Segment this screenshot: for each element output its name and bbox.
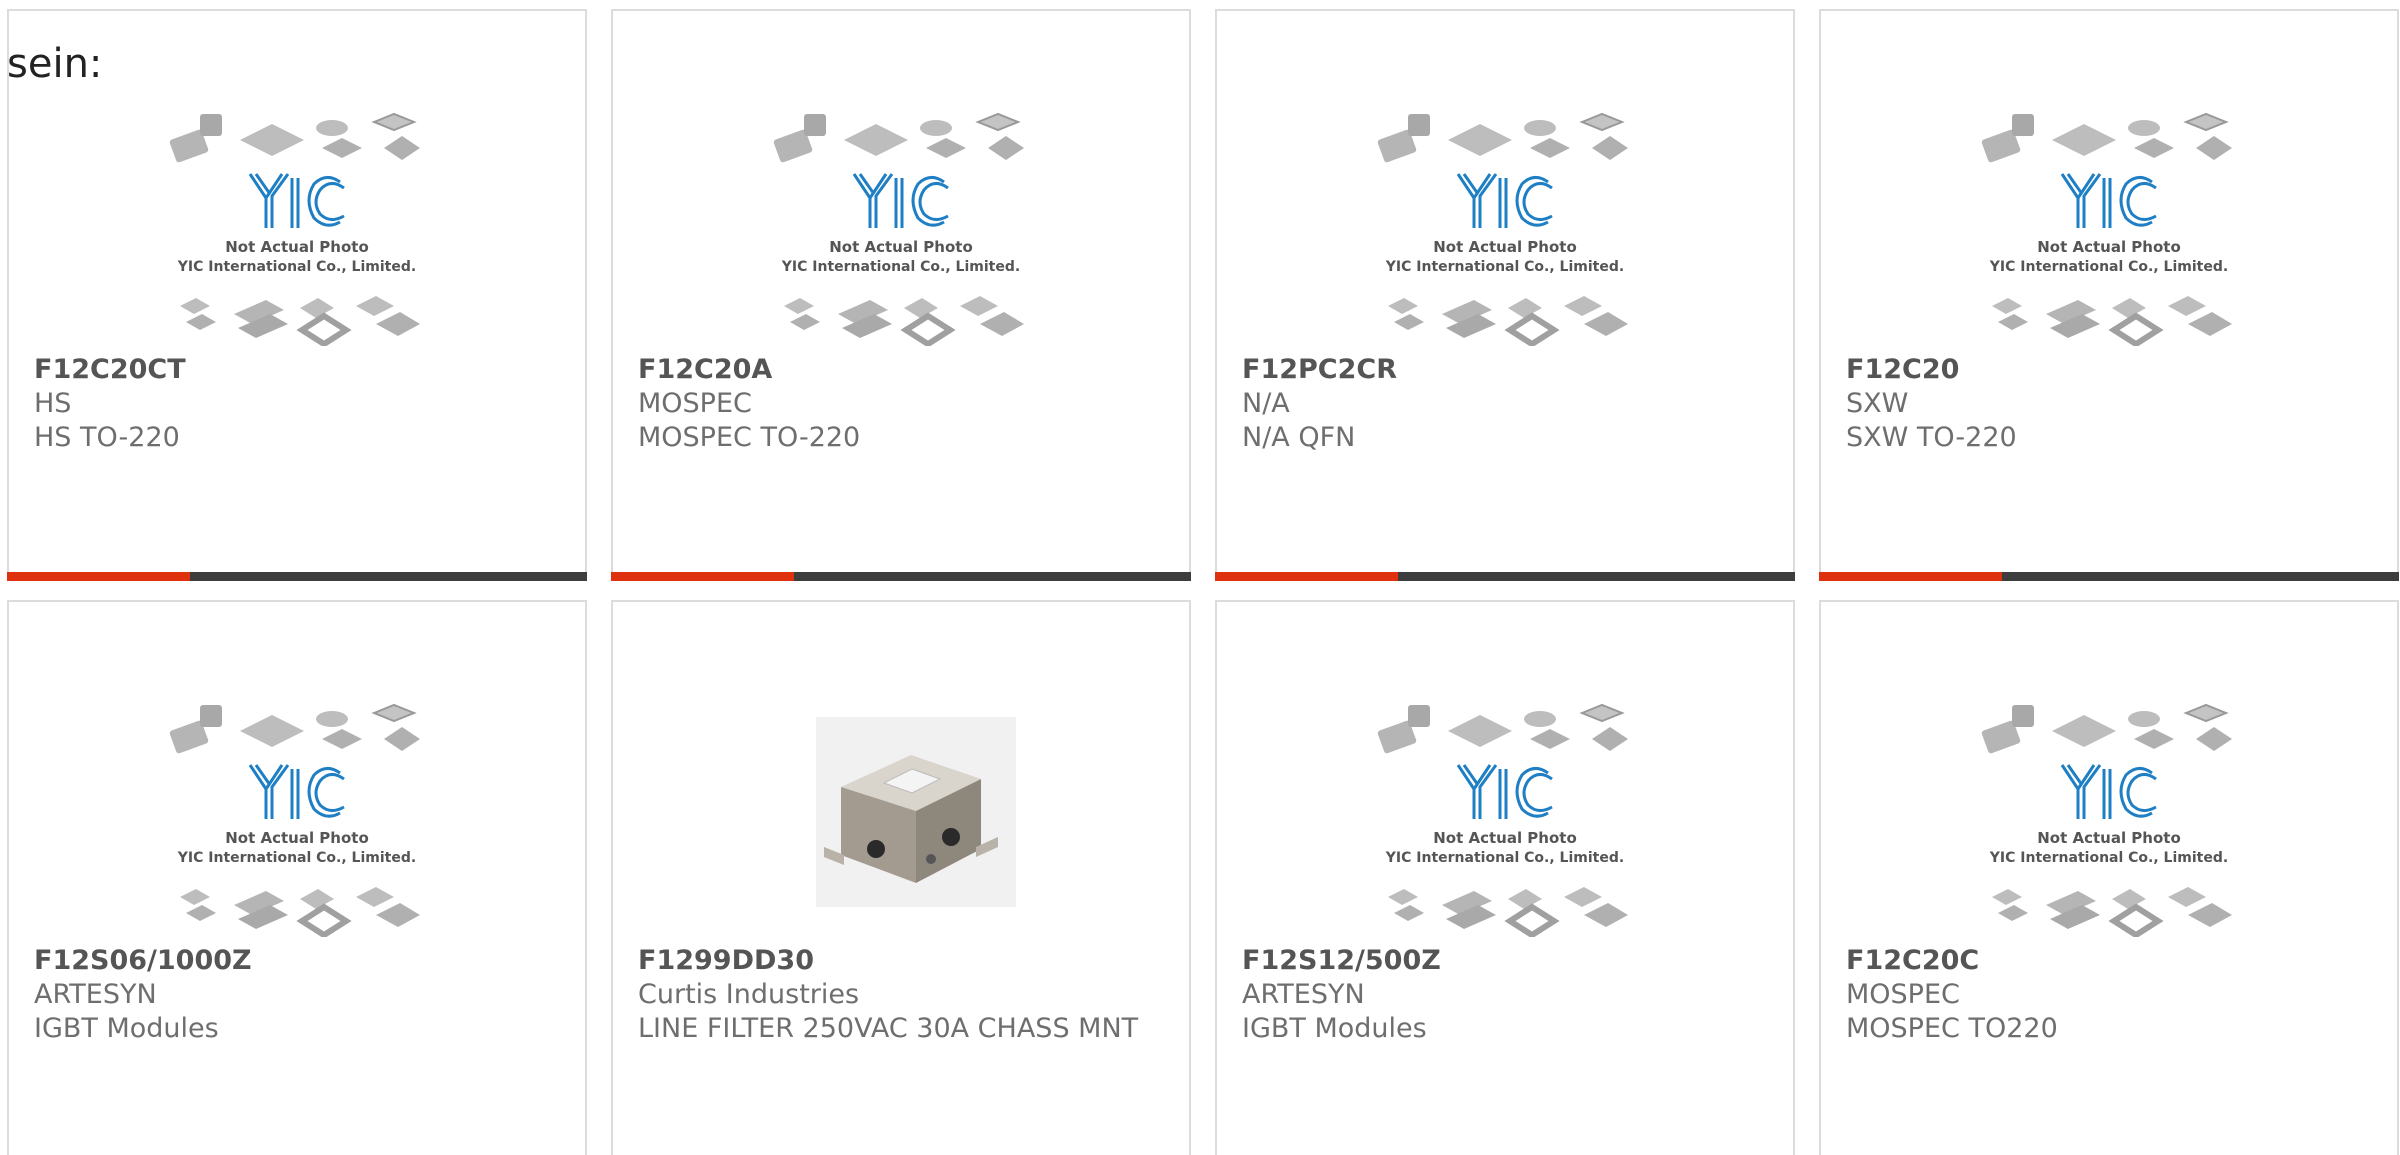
product-card[interactable]: Not Actual Photo YIC International Co., … (1819, 9, 2399, 581)
description: SXW TO-220 (1846, 422, 2017, 453)
hover-bar (1215, 572, 1795, 581)
svg-text:Not Actual Photo: Not Actual Photo (1433, 829, 1577, 847)
hover-bar-accent (611, 572, 794, 581)
lead-text: sein: (7, 41, 103, 87)
hover-bar (7, 572, 587, 581)
description: IGBT Modules (34, 1013, 219, 1044)
svg-text:Not Actual Photo: Not Actual Photo (225, 829, 369, 847)
svg-text:YIC International Co., Limited: YIC International Co., Limited. (177, 259, 416, 275)
product-image[interactable]: Not Actual Photo YIC International Co., … (1370, 687, 1640, 937)
placeholder-image: Not Actual Photo YIC International Co., … (169, 112, 420, 346)
hover-bar (611, 572, 1191, 581)
placeholder-image: Not Actual Photo YIC International Co., … (1377, 703, 1628, 937)
hover-bar (1819, 572, 2399, 581)
svg-text:Not Actual Photo: Not Actual Photo (2037, 238, 2181, 256)
description: N/A QFN (1242, 422, 1356, 453)
line-filter-photo (816, 717, 1016, 907)
product-image[interactable]: Not Actual Photo YIC International Co., … (1370, 96, 1640, 346)
manufacturer: ARTESYN (1242, 979, 1365, 1010)
part-number-link[interactable]: F12S12/500Z (1242, 944, 1762, 978)
product-card[interactable]: Not Actual Photo YIC International Co., … (7, 9, 587, 581)
manufacturer: MOSPEC (1846, 979, 1960, 1010)
manufacturer: HS (34, 388, 72, 419)
manufacturer: Curtis Industries (638, 979, 860, 1010)
manufacturer: MOSPEC (638, 388, 752, 419)
svg-text:Not Actual Photo: Not Actual Photo (829, 238, 973, 256)
product-card[interactable]: Not Actual Photo YIC International Co., … (7, 600, 587, 1155)
product-image[interactable]: Not Actual Photo YIC International Co., … (162, 96, 432, 346)
hover-bar-accent (1819, 572, 2002, 581)
product-image[interactable]: Not Actual Photo YIC International Co., … (162, 687, 432, 937)
placeholder-image: Not Actual Photo YIC International Co., … (1981, 112, 2232, 346)
hover-bar-accent (1215, 572, 1398, 581)
placeholder-image: Not Actual Photo YIC International Co., … (169, 703, 420, 937)
part-number-link[interactable]: F12C20CT (34, 353, 554, 387)
part-number-link[interactable]: F12PC2CR (1242, 353, 1762, 387)
part-number-link[interactable]: F12S06/1000Z (34, 944, 554, 978)
description: HS TO-220 (34, 422, 180, 453)
product-card[interactable]: Not Actual Photo YIC International Co., … (1215, 600, 1795, 1155)
description: IGBT Modules (1242, 1013, 1427, 1044)
description: MOSPEC TO-220 (638, 422, 861, 453)
product-image[interactable]: Not Actual Photo YIC International Co., … (766, 96, 1036, 346)
product-image[interactable]: Not Actual Photo YIC International Co., … (1974, 96, 2244, 346)
part-number-link[interactable]: F1299DD30 (638, 944, 1158, 978)
part-number-link[interactable]: F12C20C (1846, 944, 2366, 978)
placeholder-image: Not Actual Photo YIC International Co., … (1377, 112, 1628, 346)
hover-bar-accent (7, 572, 190, 581)
product-grid-page: sein: Not Actual Photo YIC International… (0, 0, 2400, 1155)
manufacturer: N/A (1242, 388, 1290, 419)
placeholder-image: Not Actual Photo YIC International Co., … (1981, 703, 2232, 937)
product-image[interactable]: Not Actual Photo YIC International Co., … (1974, 687, 2244, 937)
svg-text:Not Actual Photo: Not Actual Photo (1433, 238, 1577, 256)
manufacturer: SXW (1846, 388, 1909, 419)
placeholder-image: Not Actual Photo YIC International Co., … (773, 112, 1024, 346)
svg-text:YIC International Co., Limited: YIC International Co., Limited. (1385, 850, 1624, 866)
svg-text:YIC International Co., Limited: YIC International Co., Limited. (1989, 850, 2228, 866)
description: LINE FILTER 250VAC 30A CHASS MNT (638, 1013, 1139, 1044)
description: MOSPEC TO220 (1846, 1013, 2058, 1044)
product-card[interactable]: Not Actual Photo YIC International Co., … (1215, 9, 1795, 581)
product-image[interactable] (766, 687, 1036, 937)
manufacturer: ARTESYN (34, 979, 157, 1010)
svg-text:YIC International Co., Limited: YIC International Co., Limited. (1989, 259, 2228, 275)
part-number-link[interactable]: F12C20 (1846, 353, 2366, 387)
svg-text:YIC International Co., Limited: YIC International Co., Limited. (1385, 259, 1624, 275)
svg-text:YIC International Co., Limited: YIC International Co., Limited. (781, 259, 1020, 275)
svg-text:YIC International Co., Limited: YIC International Co., Limited. (177, 850, 416, 866)
part-number-link[interactable]: F12C20A (638, 353, 1158, 387)
svg-text:Not Actual Photo: Not Actual Photo (225, 238, 369, 256)
product-card[interactable]: Not Actual Photo YIC International Co., … (1819, 600, 2399, 1155)
product-card[interactable]: F1299DD30 Curtis Industries LINE FILTER … (611, 600, 1191, 1155)
svg-text:Not Actual Photo: Not Actual Photo (2037, 829, 2181, 847)
product-card[interactable]: Not Actual Photo YIC International Co., … (611, 9, 1191, 581)
